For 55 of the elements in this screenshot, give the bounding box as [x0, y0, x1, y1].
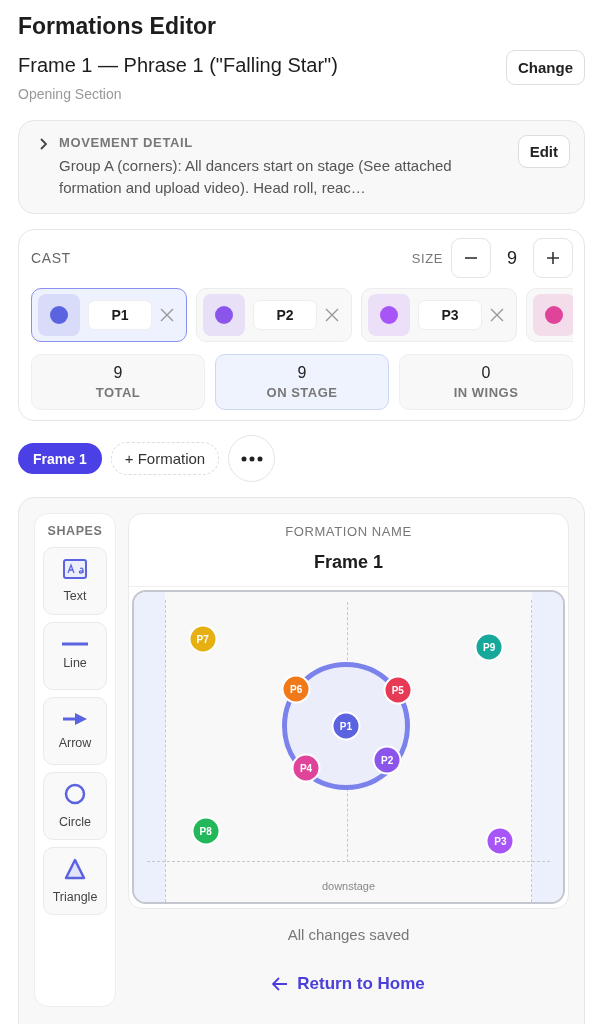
frame-heading: Frame 1 — Phrase 1 ("Falling Star"): [18, 53, 338, 78]
section-subtitle: Opening Section: [18, 86, 123, 102]
dancer-marker[interactable]: P3: [485, 826, 515, 856]
close-icon[interactable]: [160, 308, 174, 322]
return-home-link[interactable]: Return to Home: [272, 974, 425, 994]
save-status: All changes saved: [286, 926, 411, 943]
size-label: SIZE: [411, 250, 443, 266]
close-icon[interactable]: [490, 308, 504, 322]
downstage-label: downstage: [320, 880, 377, 892]
section-label: CAST: [31, 250, 71, 266]
more-button[interactable]: [228, 435, 276, 482]
color-swatch[interactable]: [38, 294, 80, 336]
section-label: MOVEMENT DETAIL: [59, 135, 194, 150]
shape-button[interactable]: Arrow: [43, 697, 107, 765]
dancer-marker[interactable]: P5: [383, 675, 413, 705]
arrow-icon: [63, 712, 87, 726]
circle-icon: [64, 783, 86, 805]
stat-label: TOTAL: [95, 385, 141, 400]
stat-value: 9: [297, 364, 307, 382]
cast-member-chip[interactable]: P1: [31, 288, 187, 342]
edit-button[interactable]: Edit: [517, 135, 570, 168]
color-swatch[interactable]: [203, 294, 245, 336]
arrow-left-icon: [272, 977, 289, 991]
formation-name[interactable]: Frame 1: [313, 552, 383, 573]
cast-member-chip[interactable]: P3: [361, 288, 517, 342]
triangle-icon: [64, 858, 86, 880]
shape-button[interactable]: Text: [43, 547, 107, 615]
size-value: 9: [506, 247, 518, 269]
stat-label: IN WINGS: [453, 385, 519, 400]
chevron-icon[interactable]: [39, 137, 49, 151]
line-icon: [62, 642, 88, 646]
close-icon[interactable]: [325, 308, 339, 322]
shape-button[interactable]: Triangle: [43, 847, 107, 915]
color-swatch[interactable]: [368, 294, 410, 336]
add-formation-button[interactable]: + Formation: [110, 442, 220, 475]
field-label: FORMATION NAME: [285, 524, 412, 539]
frame-tab[interactable]: Frame 1: [18, 443, 102, 474]
plus-icon: [546, 251, 560, 265]
text-icon: [63, 559, 87, 579]
page-title: Formations Editor: [18, 12, 218, 41]
stat-value: 0: [481, 364, 491, 382]
stat-value: 9: [113, 364, 123, 382]
increase-button[interactable]: [533, 238, 573, 278]
name-field[interactable]: P1: [88, 300, 152, 330]
cast-member-chip[interactable]: P2: [196, 288, 352, 342]
name-field[interactable]: P2: [253, 300, 317, 330]
movement-description: Group A (corners): All dancers start on stage (See attached formation and upload video). Head roll, reac…: [59, 156, 453, 198]
shapes-label: SHAPES: [47, 524, 103, 538]
change-button[interactable]: Change: [506, 50, 585, 85]
shape-button[interactable]: Line: [43, 622, 107, 690]
shape-button[interactable]: Circle: [43, 772, 107, 840]
stat-label: ON STAGE: [266, 385, 338, 400]
name-field[interactable]: P3: [418, 300, 482, 330]
color-swatch[interactable]: [533, 294, 573, 336]
more-icon: [240, 455, 263, 462]
